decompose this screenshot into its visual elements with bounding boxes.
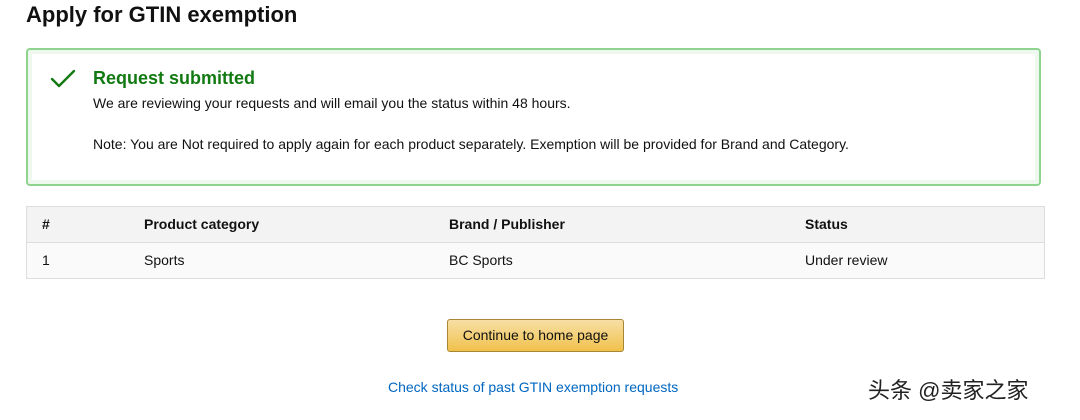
continue-to-home-button[interactable]: Continue to home page — [447, 319, 624, 352]
alert-message: We are reviewing your requests and will … — [93, 95, 571, 111]
alert-note: Note: You are Not required to apply agai… — [93, 136, 849, 152]
check-past-requests-link[interactable]: Check status of past GTIN exemption requ… — [388, 377, 678, 397]
row-brand-publisher: BC Sports — [449, 252, 513, 268]
checkmark-icon — [50, 68, 76, 90]
column-header-brand-publisher: Brand / Publisher — [449, 216, 565, 232]
watermark-text: 头条 @卖家之家 — [868, 378, 1029, 403]
exemption-requests-table: # Product category Brand / Publisher Sta… — [26, 206, 1045, 279]
success-alert: Request submitted We are reviewing your … — [26, 48, 1041, 186]
row-product-category: Sports — [144, 252, 185, 268]
column-header-status: Status — [805, 216, 848, 232]
table-row: 1 Sports BC Sports Under review — [27, 243, 1044, 278]
alert-heading: Request submitted — [93, 68, 256, 88]
column-header-product-category: Product category — [144, 216, 260, 232]
gtin-exemption-page: Apply for GTIN exemption Request submitt… — [0, 0, 1080, 420]
column-header-number: # — [42, 216, 50, 232]
table-header-row: # Product category Brand / Publisher Sta… — [27, 207, 1044, 243]
row-number: 1 — [42, 252, 50, 268]
row-status: Under review — [805, 252, 888, 268]
page-title: Apply for GTIN exemption — [26, 2, 298, 27]
